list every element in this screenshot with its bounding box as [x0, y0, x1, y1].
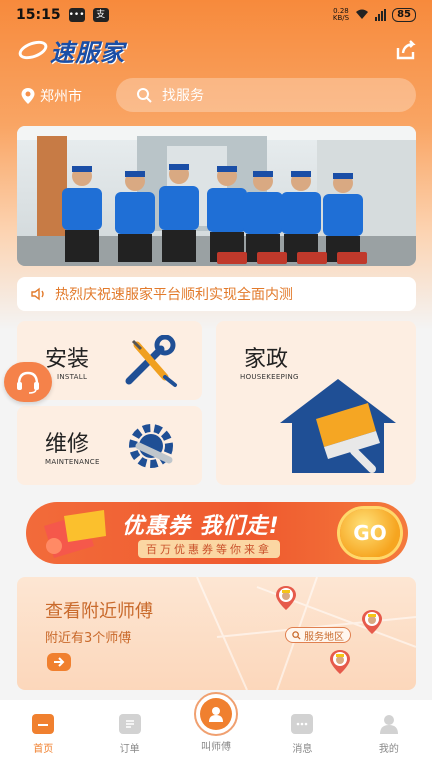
- orders-icon: [118, 714, 141, 734]
- service-subtitle: MAINTENANCE: [45, 458, 100, 466]
- app-notification-icon: 支: [92, 8, 109, 22]
- battery-icon: 85: [392, 8, 416, 22]
- search-placeholder: 找服务: [162, 88, 204, 104]
- customer-service-button[interactable]: [4, 362, 52, 402]
- coupon-banner[interactable]: 优惠券 我们走! 百万优惠券等你来拿 GO: [26, 502, 408, 564]
- area-tag-label: 服务地区: [304, 631, 344, 643]
- notification-icon: •••: [68, 8, 85, 22]
- coupon-subtext: 百万优惠券等你来拿: [138, 540, 280, 558]
- app-logo: 速服家: [50, 38, 125, 67]
- bottom-tab-bar: 首页 订单 叫师傅 消息 我的: [0, 692, 432, 768]
- announcement-bar[interactable]: 热烈庆祝速服家平台顺利实现全面内测: [17, 277, 416, 311]
- tab-label: 我的: [378, 744, 399, 755]
- service-title: 安装: [45, 347, 90, 372]
- headset-icon: [17, 371, 39, 394]
- service-area-tag[interactable]: 服务地区: [285, 627, 351, 643]
- tab-label: 订单: [119, 744, 140, 755]
- service-title: 家政: [244, 347, 289, 372]
- screwdriver-wrench-icon: [125, 335, 177, 387]
- worker-icon: [200, 698, 233, 730]
- go-button[interactable]: GO: [340, 509, 400, 557]
- location-pin-icon: [21, 88, 35, 104]
- nearby-title: 查看附近师傅: [45, 601, 153, 622]
- announcement-text: 热烈庆祝速服家平台顺利实现全面内测: [55, 287, 293, 303]
- status-time: 15:15: [16, 7, 61, 23]
- search-icon: [137, 88, 152, 103]
- nearby-workers-card[interactable]: 查看附近师傅 附近有3个师傅 服务地区: [17, 577, 416, 690]
- nearby-arrow-button[interactable]: [47, 653, 71, 671]
- service-title: 维修: [45, 432, 90, 457]
- nearby-count: 附近有3个师傅: [45, 631, 132, 646]
- worker-button[interactable]: [194, 692, 239, 736]
- search-input[interactable]: 找服务: [116, 78, 416, 112]
- net-speed: 0.28 KB/S: [332, 7, 350, 22]
- tab-home[interactable]: 首页: [0, 700, 86, 768]
- app-header: 速服家: [16, 32, 418, 68]
- tab-label: 叫师傅: [201, 742, 232, 753]
- tab-orders[interactable]: 订单: [86, 700, 172, 768]
- arrow-right-icon: [54, 657, 65, 667]
- house-brush-icon: [280, 379, 396, 473]
- service-card-housekeeping[interactable]: 家政 HOUSEKEEPING: [216, 321, 416, 485]
- wifi-icon: [355, 8, 369, 23]
- tab-label: 消息: [292, 744, 313, 755]
- status-bar: 15:15 ••• 支 0.28 KB/S 85: [0, 0, 432, 30]
- worker-pin-icon[interactable]: [275, 585, 297, 611]
- search-icon: [292, 630, 301, 640]
- worker-pin-icon[interactable]: [361, 609, 383, 635]
- tab-profile[interactable]: 我的: [346, 700, 432, 768]
- location-selector[interactable]: 郑州市: [20, 86, 82, 106]
- tab-label: 首页: [33, 744, 54, 755]
- home-icon: [32, 714, 55, 734]
- gear-wrench-icon: [129, 424, 173, 468]
- promo-banner-photo[interactable]: [17, 126, 416, 266]
- service-card-maintenance[interactable]: 维修 MAINTENANCE: [17, 406, 202, 485]
- message-icon: [291, 714, 314, 734]
- logo-swoosh-icon: [16, 37, 50, 63]
- profile-icon: [378, 714, 400, 734]
- signal-icon: [375, 9, 387, 21]
- coupon-headline: 优惠券 我们走!: [122, 514, 280, 539]
- city-label: 郑州市: [40, 89, 82, 105]
- speaker-icon: [31, 287, 44, 301]
- tab-call-worker[interactable]: 叫师傅: [173, 692, 259, 768]
- service-subtitle: INSTALL: [57, 373, 88, 381]
- gift-bag-icon: [44, 510, 106, 558]
- tab-messages[interactable]: 消息: [259, 700, 345, 768]
- share-icon[interactable]: [394, 38, 418, 62]
- worker-pin-icon[interactable]: [329, 649, 351, 675]
